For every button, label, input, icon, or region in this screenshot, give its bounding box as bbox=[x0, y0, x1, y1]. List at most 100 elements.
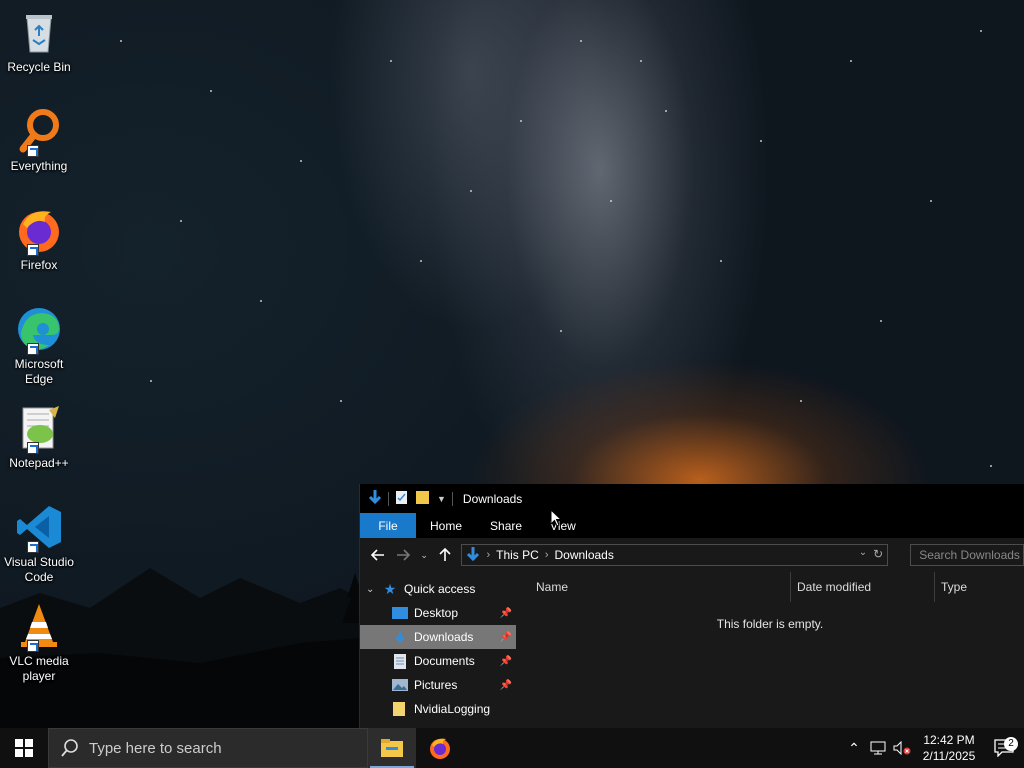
properties-quick-icon[interactable] bbox=[395, 489, 409, 508]
folder-icon bbox=[392, 701, 408, 717]
desktop-icon-microsoft-edge[interactable]: Microsoft Edge bbox=[2, 305, 76, 387]
mouse-cursor-icon bbox=[550, 509, 562, 527]
edge-icon bbox=[15, 305, 63, 355]
column-headers: Name Date modified Type bbox=[516, 572, 1024, 602]
desktop-icon-firefox[interactable]: Firefox bbox=[2, 206, 76, 273]
nav-desktop[interactable]: Desktop 📌 bbox=[360, 601, 516, 625]
desktop-icon-label: VLC media player bbox=[9, 654, 69, 683]
downloads-arrow-icon bbox=[368, 489, 382, 508]
back-button[interactable] bbox=[368, 544, 389, 566]
taskbar-file-explorer[interactable] bbox=[368, 728, 416, 768]
desktop-icon-vscode[interactable]: Visual Studio Code bbox=[2, 503, 76, 585]
desktop-icon-recycle-bin[interactable]: Recycle Bin bbox=[2, 8, 76, 75]
nav-quick-access[interactable]: ⌄ ★ Quick access bbox=[360, 577, 516, 601]
pin-icon: 📌 bbox=[499, 679, 512, 691]
nav-item-label: Downloads bbox=[414, 630, 474, 644]
system-tray: ⌃ 12:42 PM 2/11/2025 2 bbox=[842, 728, 1024, 768]
start-button[interactable] bbox=[0, 728, 48, 768]
titlebar-separator bbox=[451, 491, 453, 506]
desktop-icon-vlc[interactable]: VLC media player bbox=[2, 602, 76, 684]
desktop-icon-notepad-plus-plus[interactable]: Notepad++ bbox=[2, 404, 76, 471]
pin-icon: 📌 bbox=[499, 655, 512, 667]
nav-documents[interactable]: Documents 📌 bbox=[360, 649, 516, 673]
clock-time: 12:42 PM bbox=[923, 733, 975, 747]
window-title: Downloads bbox=[462, 491, 523, 506]
notepad-plus-plus-icon bbox=[15, 404, 63, 454]
desktop-icon-label: Visual Studio Code bbox=[4, 555, 74, 584]
clock-date: 2/11/2025 bbox=[922, 749, 976, 763]
windows-logo-icon bbox=[15, 739, 33, 757]
breadcrumb-downloads[interactable]: Downloads bbox=[554, 548, 613, 562]
desktop-icon-label: Microsoft Edge bbox=[14, 357, 64, 386]
pin-icon: 📌 bbox=[499, 607, 512, 619]
taskbar-clock[interactable]: 12:42 PM 2/11/2025 bbox=[914, 732, 984, 764]
nav-item-label: Pictures bbox=[414, 678, 458, 692]
pin-icon: 📌 bbox=[499, 631, 512, 643]
firefox-icon bbox=[430, 738, 450, 759]
nav-nvidialogging[interactable]: NvidiaLogging bbox=[360, 697, 516, 721]
pictures-icon bbox=[392, 677, 408, 693]
refresh-icon[interactable]: ↻ bbox=[873, 547, 883, 561]
taskbar-firefox[interactable] bbox=[416, 728, 464, 768]
forward-button[interactable] bbox=[393, 544, 414, 566]
star-icon: ★ bbox=[383, 580, 397, 597]
navigation-bar: ⌄ › This PC › Downloads ⌄ ↻ Search Downl… bbox=[360, 538, 1024, 572]
breadcrumb-this-pc[interactable]: This PC bbox=[496, 548, 539, 562]
navigation-pane: ⌄ ★ Quick access Desktop 📌 Downloads 📌 D… bbox=[360, 572, 516, 728]
network-icon[interactable] bbox=[866, 741, 890, 755]
search-icon bbox=[61, 739, 78, 757]
titlebar-separator bbox=[388, 491, 389, 506]
column-header-date-modified[interactable]: Date modified bbox=[790, 572, 934, 602]
shortcut-arrow-icon bbox=[27, 640, 39, 652]
tab-share[interactable]: Share bbox=[476, 513, 536, 538]
desktop-icon-label: Everything bbox=[10, 159, 68, 173]
everything-search-icon bbox=[15, 107, 63, 157]
taskbar-search-placeholder: Type here to search bbox=[89, 739, 222, 757]
volume-muted-icon[interactable] bbox=[890, 741, 914, 755]
documents-icon bbox=[392, 653, 408, 669]
explorer-content: ⌄ ★ Quick access Desktop 📌 Downloads 📌 D… bbox=[360, 572, 1024, 728]
breadcrumb-chevron-icon[interactable]: › bbox=[486, 549, 490, 561]
recent-locations-button[interactable]: ⌄ bbox=[418, 544, 431, 566]
tab-file[interactable]: File bbox=[360, 513, 416, 538]
file-explorer-icon bbox=[381, 739, 403, 757]
quick-access-dropdown-icon[interactable]: ▼ bbox=[437, 494, 446, 504]
firefox-icon bbox=[15, 206, 63, 256]
taskbar-search-box[interactable]: Type here to search bbox=[48, 728, 368, 768]
shortcut-arrow-icon bbox=[27, 343, 39, 355]
ribbon-tabs: File Home Share View bbox=[360, 513, 1024, 538]
vscode-icon bbox=[15, 503, 63, 553]
column-header-type[interactable]: Type bbox=[934, 572, 1024, 602]
downloads-arrow-icon bbox=[466, 546, 480, 565]
column-header-name[interactable]: Name bbox=[516, 572, 790, 602]
up-button[interactable] bbox=[435, 544, 456, 566]
shortcut-arrow-icon bbox=[27, 244, 39, 256]
address-dropdown-icon[interactable]: ⌄ bbox=[859, 547, 867, 561]
taskbar: Type here to search ⌃ 12:42 PM 2/11/2025 bbox=[0, 728, 1024, 768]
empty-folder-message: This folder is empty. bbox=[716, 617, 824, 631]
search-downloads-input[interactable]: Search Downloads bbox=[910, 544, 1024, 566]
window-titlebar[interactable]: ▼ Downloads bbox=[360, 484, 1024, 513]
notification-count-badge: 2 bbox=[1004, 737, 1018, 751]
expand-chevron-icon[interactable]: ⌄ bbox=[366, 584, 382, 595]
shortcut-arrow-icon bbox=[27, 145, 39, 157]
nav-downloads[interactable]: Downloads 📌 bbox=[360, 625, 516, 649]
tab-home[interactable]: Home bbox=[416, 513, 476, 538]
shortcut-arrow-icon bbox=[27, 541, 39, 553]
address-bar[interactable]: › This PC › Downloads ⌄ ↻ bbox=[461, 544, 889, 566]
shortcut-arrow-icon bbox=[27, 442, 39, 454]
action-center-button[interactable]: 2 bbox=[984, 737, 1024, 757]
recycle-bin-icon bbox=[15, 8, 63, 56]
desktop-icon-label: Firefox bbox=[20, 258, 58, 272]
nav-item-label: Desktop bbox=[414, 606, 459, 620]
new-folder-quick-icon[interactable] bbox=[415, 489, 431, 508]
show-hidden-icons-chevron-icon[interactable]: ⌃ bbox=[842, 740, 866, 757]
nav-pictures[interactable]: Pictures 📌 bbox=[360, 673, 516, 697]
desktop-icon-label: Recycle Bin bbox=[7, 60, 71, 74]
file-explorer-window: ▼ Downloads File Home Share View ⌄ › Thi… bbox=[359, 484, 1024, 728]
nav-item-label: Quick access bbox=[404, 582, 476, 596]
desktop-icon-label: Notepad++ bbox=[9, 456, 69, 470]
breadcrumb-chevron-icon[interactable]: › bbox=[545, 549, 549, 561]
desktop-icon-everything[interactable]: Everything bbox=[2, 107, 76, 174]
tab-view[interactable]: View bbox=[536, 513, 590, 538]
